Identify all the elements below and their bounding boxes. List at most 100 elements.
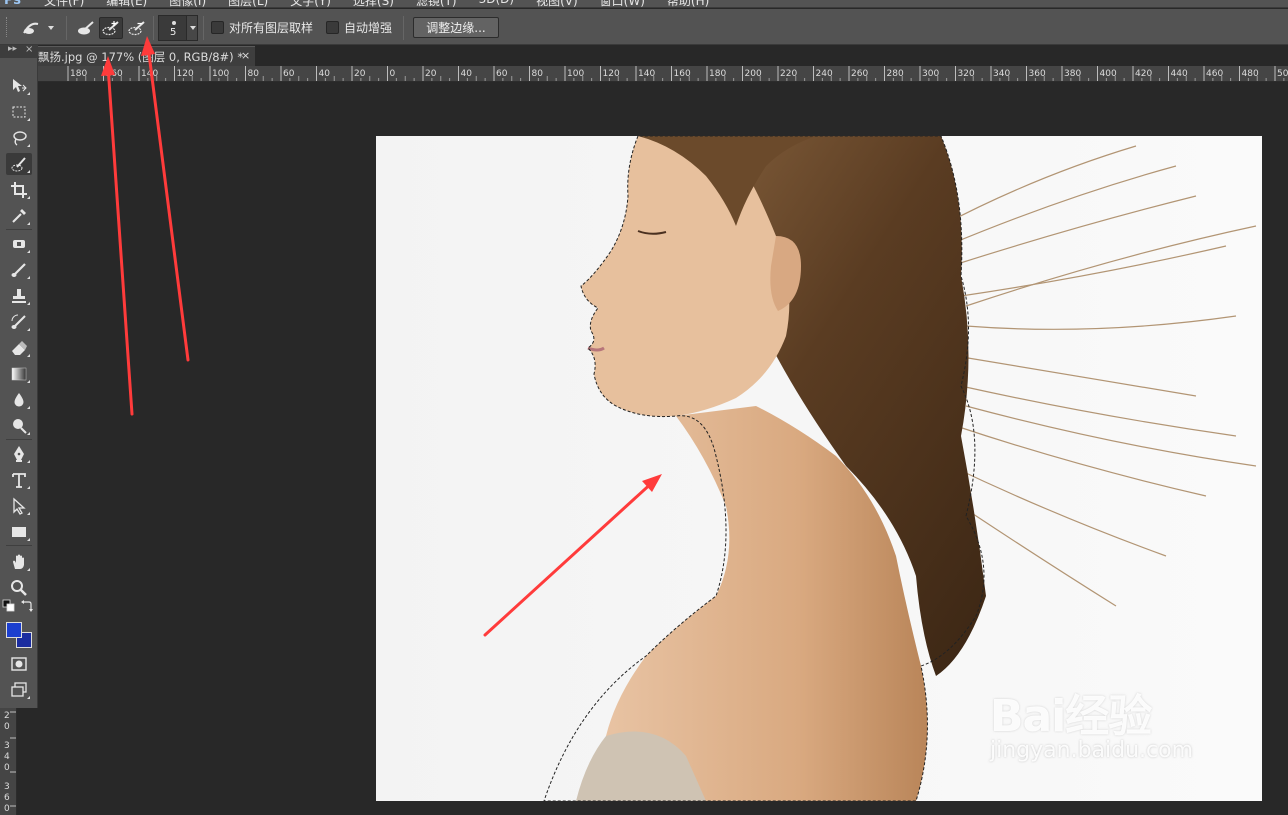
clone-stamp-tool[interactable] (6, 285, 32, 307)
gradient-tool[interactable] (6, 363, 32, 385)
quick-mask-button[interactable] (6, 653, 32, 675)
ruler-label: 80 (532, 69, 544, 79)
menubar: Ps 文件(F) 编辑(E) 图像(I) 图层(L) 文字(Y) 选择(S) 滤… (0, 0, 1288, 8)
ruler-label: 40 (461, 69, 473, 79)
droplet-icon (14, 393, 24, 407)
zoom-tool[interactable] (6, 577, 32, 599)
tool-preset-picker[interactable] (18, 17, 58, 39)
vertical-ruler[interactable]: 20340360 (0, 708, 17, 815)
path-select-arrow-icon (13, 497, 26, 515)
subtract-from-selection-button[interactable] (125, 17, 149, 39)
crop-tool[interactable] (6, 179, 32, 201)
toolbox: ▸▸ × (0, 44, 38, 708)
menu-items: 文件(F) 编辑(E) 图像(I) 图层(L) 文字(Y) 选择(S) 滤镜(T… (44, 0, 709, 7)
refine-edge-button[interactable]: 调整边缘... (413, 17, 499, 38)
quick-selection-icon (11, 157, 26, 172)
default-colors-button[interactable] (2, 599, 16, 613)
ruler-label: 160 (106, 69, 123, 79)
menu-view[interactable]: 视图(V) (536, 0, 578, 7)
collapse-arrows-icon[interactable]: ▸▸ (8, 44, 17, 54)
history-brush-tool[interactable] (6, 311, 32, 333)
options-grip[interactable] (6, 17, 9, 37)
sample-all-layers-checkbox[interactable] (211, 21, 224, 34)
horizontal-ruler-ticks: 180 160 140 120 100 80 60 40 20 0 20 40 60 80 100 120 14… (67, 66, 1288, 81)
baidu-watermark: Bai经验 jingyan.baidu.com (990, 680, 1193, 763)
pen-tool[interactable] (6, 443, 32, 465)
lasso-tool[interactable] (6, 127, 32, 149)
marquee-tool[interactable] (6, 101, 32, 123)
ruler-label: 160 (674, 69, 691, 79)
ps-logo: Ps (4, 0, 22, 8)
menu-filter[interactable]: 滤镜(T) (416, 0, 457, 7)
separator (403, 16, 404, 40)
ruler-label: 200 (745, 69, 762, 79)
ruler-label: 340 (993, 69, 1010, 79)
screen-mode-icon (11, 682, 27, 697)
options-bar: 5 对所有图层取样 自动增强 调整边缘... (0, 9, 1288, 45)
rectangle-tool[interactable] (6, 521, 32, 543)
quick-select-add-icon (102, 21, 119, 36)
menu-file[interactable]: 文件(F) (44, 0, 84, 7)
band-aid-icon (13, 240, 25, 248)
menu-type[interactable]: 文字(Y) (290, 0, 331, 7)
close-icon[interactable]: × (241, 49, 250, 62)
hand-tool[interactable] (6, 551, 32, 573)
ruler-label: 100 (567, 69, 584, 79)
type-tool[interactable] (6, 469, 32, 491)
lasso-icon (13, 131, 27, 146)
menu-help[interactable]: 帮助(H) (667, 0, 709, 7)
eraser-tool[interactable] (6, 337, 32, 359)
blur-tool[interactable] (6, 389, 32, 411)
menu-3d[interactable]: 3D(D) (479, 0, 514, 7)
horizontal-ruler[interactable]: 180 160 140 120 100 80 60 40 20 0 20 40 60 80 100 120 14… (38, 66, 1288, 82)
history-brush-icon (11, 314, 26, 329)
brush-tip-icon (172, 21, 176, 25)
brush-size-value: 5 (170, 27, 177, 38)
quick-selection-tool[interactable] (6, 153, 32, 175)
quick-mask-icon (11, 657, 27, 671)
pen-icon (14, 446, 24, 462)
move-tool[interactable] (6, 75, 32, 97)
swap-colors-button[interactable] (20, 599, 34, 613)
ruler-label: 240 (816, 69, 833, 79)
toolbox-header: ▸▸ × (0, 44, 38, 58)
path-selection-tool[interactable] (6, 495, 32, 517)
menu-select[interactable]: 选择(S) (353, 0, 394, 7)
ruler-label: 460 (1206, 69, 1223, 79)
ruler-label: 300 (922, 69, 939, 79)
separator (203, 16, 204, 40)
ruler-label: 120 (603, 69, 620, 79)
stamp-icon (12, 289, 26, 303)
menu-image[interactable]: 图像(I) (169, 0, 206, 7)
foreground-color-swatch[interactable] (6, 622, 22, 638)
healing-brush-tool[interactable] (6, 233, 32, 255)
ruler-label: 2 (4, 711, 10, 721)
chevron-down-icon[interactable] (186, 16, 197, 40)
eyedropper-tool[interactable] (6, 205, 32, 227)
menu-edit[interactable]: 编辑(E) (106, 0, 147, 7)
move-icon (13, 79, 27, 92)
add-to-selection-button[interactable] (99, 17, 123, 39)
photoshop-window: Ps 文件(F) 编辑(E) 图像(I) 图层(L) 文字(Y) 选择(S) 滤… (0, 0, 1288, 815)
ruler-label: 0 (4, 722, 10, 732)
brush-tool[interactable] (6, 259, 32, 281)
brush-size-picker[interactable]: 5 (158, 15, 198, 41)
ruler-label: 40 (319, 69, 331, 79)
ruler-label: 100 (212, 69, 229, 79)
auto-enhance-checkbox[interactable] (326, 21, 339, 34)
dodge-tool[interactable] (6, 415, 32, 437)
type-icon (12, 473, 26, 488)
ruler-label: 0 (390, 69, 396, 79)
watermark-url: jingyan.baidu.com (990, 738, 1194, 763)
menu-window[interactable]: 窗口(W) (600, 0, 645, 7)
ruler-label: 500 (1277, 69, 1288, 79)
new-selection-button[interactable] (74, 17, 98, 39)
ruler-label: 420 (1135, 69, 1152, 79)
menu-layer[interactable]: 图层(L) (228, 0, 268, 7)
ruler-label: 120 (177, 69, 194, 79)
ruler-label: 4 (4, 752, 10, 762)
separator (153, 16, 154, 40)
document-tab[interactable]: 飘扬.jpg @ 177% (图层 0, RGB/8#) * × (38, 46, 255, 66)
screen-mode-button[interactable] (6, 679, 32, 701)
close-icon[interactable]: × (25, 44, 33, 55)
